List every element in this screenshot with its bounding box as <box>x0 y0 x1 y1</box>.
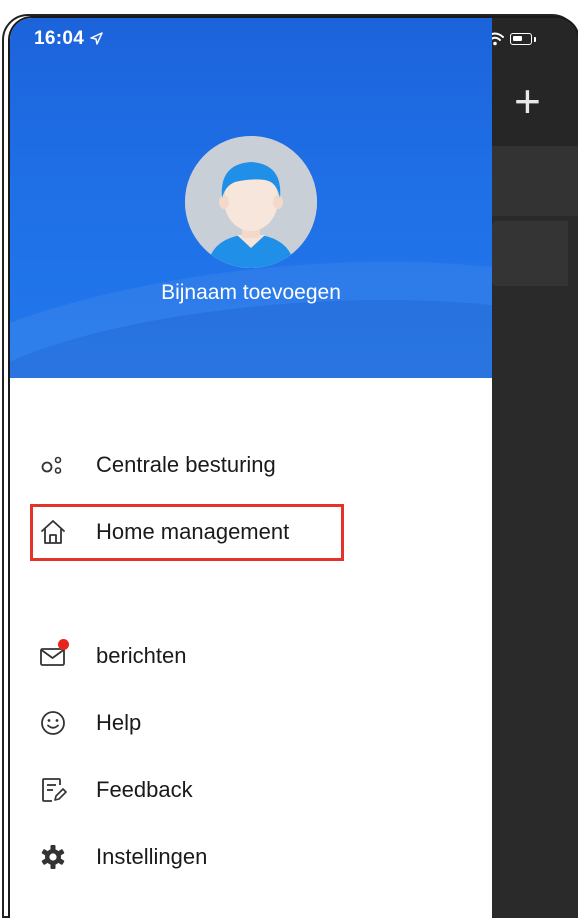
menu-item-help[interactable]: Help <box>36 701 141 745</box>
smiley-icon <box>36 706 70 740</box>
profile-header: 16:04 Bijnaam toevoegen <box>10 18 492 378</box>
background-app-row <box>492 146 578 216</box>
background-app-overlay[interactable]: + <box>492 18 578 918</box>
menu-item-messages[interactable]: berichten <box>36 634 187 678</box>
status-time: 16:04 <box>34 28 85 49</box>
menu-item-central-control[interactable]: Centrale besturing <box>36 443 276 487</box>
side-drawer: 16:04 Bijnaam toevoegen Centrale besturi… <box>10 18 492 918</box>
menu-item-label: berichten <box>96 643 187 668</box>
menu-item-label: Home management <box>96 519 290 544</box>
home-icon <box>36 515 70 549</box>
menu-item-label: Instellingen <box>96 844 208 869</box>
menu-item-settings[interactable]: Instellingen <box>36 835 207 879</box>
battery-cap <box>534 36 536 42</box>
mail-icon <box>36 639 70 673</box>
menu-item-feedback[interactable]: Feedback <box>36 768 193 812</box>
phone-screen: + 16:04 Bijnaam toevoegen Centrale bestu… <box>10 18 578 918</box>
unread-badge <box>58 639 69 650</box>
battery-icon <box>510 33 532 45</box>
avatar[interactable] <box>185 136 317 268</box>
menu-item-label: Centrale besturing <box>96 452 276 477</box>
gear-icon <box>36 840 70 874</box>
background-app-card <box>492 221 568 286</box>
user-avatar-icon <box>185 136 317 268</box>
central-control-icon <box>36 448 70 482</box>
location-arrow-icon <box>90 32 103 45</box>
menu-item-label: Feedback <box>96 777 193 802</box>
add-icon[interactable]: + <box>514 78 541 124</box>
menu-item-label: Help <box>96 710 142 735</box>
menu-item-home-management[interactable]: Home management <box>36 510 289 554</box>
nickname-label[interactable]: Bijnaam toevoegen <box>10 281 492 305</box>
feedback-icon <box>36 773 70 807</box>
